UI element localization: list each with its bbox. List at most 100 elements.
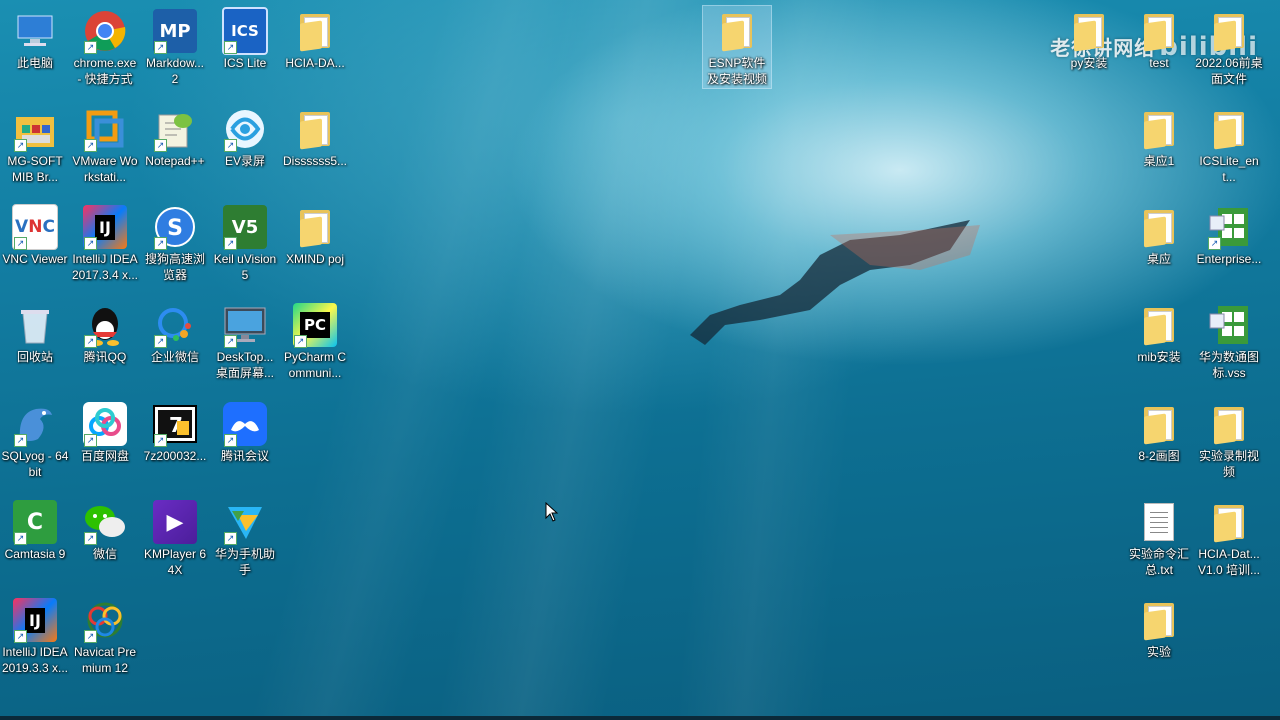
- desktop-icon-esnp-folder[interactable]: ESNP软件及安装视频: [702, 5, 772, 89]
- desktop-icon-hcia-da[interactable]: HCIA-DA...: [281, 6, 349, 71]
- desktop-icon-vmware[interactable]: ↗ VMware Workstati...: [71, 104, 139, 185]
- desktop-icon-mg-soft[interactable]: ↗ MG-SOFT MIB Br...: [1, 104, 69, 185]
- desktop-icon-zhuoying1[interactable]: 桌应1: [1125, 104, 1193, 169]
- icon-label: SQLyog - 64 bit: [1, 449, 69, 479]
- icon-label: Keil uVision5: [213, 252, 277, 282]
- shortcut-arrow-icon: ↗: [154, 237, 167, 250]
- svg-text:S: S: [167, 216, 183, 241]
- computer-icon: [17, 15, 53, 46]
- taskbar-edge: [0, 716, 1280, 720]
- desktop-icon-huawei-vss[interactable]: 华为数通图标.vss: [1195, 300, 1263, 381]
- desktop-icon-intellij-2019[interactable]: IJ ↗ IntelliJ IDEA 2019.3.3 x...: [1, 595, 69, 676]
- folder-icon: [300, 112, 330, 150]
- folder-icon: [722, 14, 752, 52]
- shortcut-arrow-icon: ↗: [84, 41, 97, 54]
- icon-label: Notepad++: [145, 154, 205, 168]
- folder-icon: [300, 14, 330, 52]
- icon-label: test: [1149, 56, 1169, 70]
- icon-label: ESNP软件及安装视频: [706, 56, 767, 86]
- icon-label: VNC Viewer: [2, 252, 68, 266]
- desktop-icon-xmind-poj[interactable]: XMIND poj: [281, 202, 349, 267]
- desktop-icon-icslite-ent[interactable]: ICSLite_ent...: [1195, 104, 1263, 185]
- shortcut-arrow-icon: ↗: [224, 532, 237, 545]
- kmplayer-icon: ▶: [153, 500, 197, 544]
- icon-label: py安装: [1070, 56, 1108, 70]
- desktop-icon-chrome[interactable]: ↗ chrome.exe - 快捷方式: [71, 6, 139, 87]
- folder-icon: [1144, 603, 1174, 641]
- desktop-icon-mib-install[interactable]: mib安装: [1125, 300, 1193, 365]
- icon-label: ICSLite_ent...: [1199, 154, 1259, 184]
- desktop-icon-ev-recorder[interactable]: ↗ EV录屏: [211, 104, 279, 169]
- icon-label: HCIA-Dat... V1.0 培训...: [1197, 547, 1261, 577]
- icon-label: 实验录制视频: [1198, 449, 1259, 479]
- desktop-icon-pycharm[interactable]: PC ↗ PyCharm Communi...: [281, 300, 349, 381]
- folder-icon: [1144, 407, 1174, 445]
- folder-icon: [1144, 308, 1174, 346]
- icon-label: 实验命令汇总.txt: [1128, 547, 1189, 577]
- desktop-icon-lab[interactable]: 实验: [1125, 595, 1193, 660]
- desktop-icon-baidu-netdisk[interactable]: ↗ 百度网盘: [71, 399, 139, 464]
- shortcut-arrow-icon: ↗: [14, 434, 27, 447]
- desktop-icon-navicat[interactable]: ↗ Navicat Premium 12: [71, 595, 139, 676]
- desktop-icon-enterprise[interactable]: ↗ Enterprise...: [1195, 202, 1263, 267]
- desktop-icon-vnc-viewer[interactable]: V N C ↗ VNC Viewer: [1, 202, 69, 267]
- desktop-icon-dissssss5[interactable]: Dissssss5...: [281, 104, 349, 169]
- icon-label: 2022.06前桌面文件: [1195, 56, 1263, 86]
- desktop-icon-keil[interactable]: V5 ↗ Keil uVision5: [211, 202, 279, 283]
- desktop-icon-wechat[interactable]: ↗ 微信: [71, 497, 139, 562]
- desktop-icon-7zip[interactable]: 7 ↗ 7z200032...: [141, 399, 209, 464]
- desktop-icon-py-install[interactable]: py安装: [1055, 6, 1123, 71]
- icon-label: 7z200032...: [143, 449, 207, 463]
- icon-label: 华为数通图标.vss: [1198, 350, 1259, 380]
- desktop-icon-desktop-screen[interactable]: ↗ DeskTop... 桌面屏幕...: [211, 300, 279, 381]
- desktop-icon-huawei-assistant[interactable]: ↗ 华为手机助手: [211, 497, 279, 578]
- icon-label: HCIA-DA...: [285, 56, 345, 70]
- desktop-icon-sqlyog[interactable]: ↗ SQLyog - 64 bit: [1, 399, 69, 480]
- desktop-icon-tencent-meeting[interactable]: ↗ 腾讯会议: [211, 399, 279, 464]
- icon-label: 腾讯QQ: [83, 350, 127, 364]
- shortcut-arrow-icon: ↗: [84, 335, 97, 348]
- folder-icon: [1144, 210, 1174, 248]
- desktop-icon-8-2-drawing[interactable]: 8-2画图: [1125, 399, 1193, 464]
- text-file-icon: [1144, 503, 1174, 541]
- shortcut-arrow-icon: ↗: [14, 237, 27, 250]
- desktop-icon-2022-desktop-files[interactable]: 2022.06前桌面文件: [1195, 6, 1263, 87]
- shortcut-arrow-icon: ↗: [14, 532, 27, 545]
- icon-label: ICS Lite: [223, 56, 267, 70]
- folder-icon: [1144, 14, 1174, 52]
- icon-label: 微信: [92, 547, 117, 561]
- icon-label: VMware Workstati...: [72, 154, 138, 184]
- desktop-icon-recycle-bin[interactable]: 回收站: [1, 300, 69, 365]
- icon-label: Camtasia 9: [4, 547, 66, 561]
- folder-icon: [1144, 112, 1174, 150]
- folder-icon: [1074, 14, 1104, 52]
- desktop-icon-intellij-2017[interactable]: IJ ↗ IntelliJ IDEA 2017.3.4 x...: [71, 202, 139, 283]
- shortcut-arrow-icon: ↗: [224, 41, 237, 54]
- shortcut-arrow-icon: ↗: [84, 139, 97, 152]
- desktop-icon-wecom[interactable]: ↗ 企业微信: [141, 300, 209, 365]
- icon-label: 华为手机助手: [214, 547, 275, 577]
- desktop-icon-zhuoying[interactable]: 桌应: [1125, 202, 1193, 267]
- desktop-icon-lab-commands-txt[interactable]: 实验命令汇总.txt: [1125, 497, 1193, 578]
- icon-label: IntelliJ IDEA 2019.3.3 x...: [1, 645, 69, 675]
- desktop-icon-qq[interactable]: ↗ 腾讯QQ: [71, 300, 139, 365]
- shortcut-arrow-icon: ↗: [84, 434, 97, 447]
- desktop-icon-markdown[interactable]: MP ↗ Markdow... 2: [141, 6, 209, 87]
- folder-icon: [1214, 505, 1244, 543]
- recycle-bin-icon: [21, 310, 49, 344]
- desktop-icon-camtasia[interactable]: C ↗ Camtasia 9: [1, 497, 69, 562]
- desktop-icon-notepadpp[interactable]: ↗ Notepad++: [141, 104, 209, 169]
- mouse-cursor-icon: [545, 502, 559, 522]
- icon-label: 回收站: [16, 350, 53, 364]
- shortcut-arrow-icon: ↗: [14, 630, 27, 643]
- desktop-icon-ics-lite[interactable]: ICS ↗ ICS Lite: [211, 6, 279, 71]
- desktop-icon-lab-recordings[interactable]: 实验录制视频: [1195, 399, 1263, 480]
- desktop-icon-this-pc[interactable]: 此电脑: [1, 6, 69, 71]
- desktop-icon-kmplayer[interactable]: ▶ KMPlayer 64X: [141, 497, 209, 578]
- desktop-icon-hcia-dat-training[interactable]: HCIA-Dat... V1.0 培训...: [1195, 497, 1263, 578]
- desktop-icon-test[interactable]: test: [1125, 6, 1193, 71]
- icon-label: 企业微信: [150, 350, 199, 364]
- desktop-icon-sogou-browser[interactable]: S ↗ 搜狗高速浏览器: [141, 202, 209, 283]
- folder-icon: [1214, 14, 1244, 52]
- folder-icon: [300, 210, 330, 248]
